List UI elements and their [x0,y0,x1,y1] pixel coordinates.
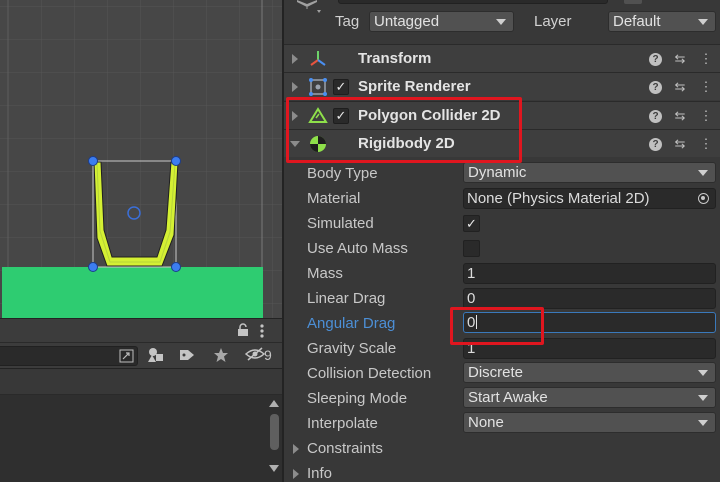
mass-label: Mass [307,265,343,282]
inspector-panel: Tag Untagged Layer Default Transform ? ⇆… [284,0,720,482]
sprite-renderer-enabled-checkbox[interactable]: ✓ [333,79,349,95]
use-auto-mass-label: Use Auto Mass [307,240,408,257]
kebab-menu-icon[interactable]: ⋮ [698,136,714,152]
simulated-checkbox[interactable]: ✓ [463,215,480,232]
collision-detection-dropdown[interactable]: Discrete [463,362,716,383]
tag-dropdown[interactable]: Untagged [369,11,514,32]
help-icon[interactable]: ? [649,110,662,123]
sleeping-mode-label: Sleeping Mode [307,390,408,407]
filter-by-label-icon[interactable] [177,347,197,365]
highlight-box-angular-drag [450,307,544,345]
interpolate-value: None [468,414,504,431]
search-input[interactable] [0,346,138,366]
sprite-renderer-icon [308,77,328,97]
simulated-label: Simulated [307,215,374,232]
search-options-icon[interactable] [119,349,134,363]
help-icon[interactable]: ? [649,138,662,151]
foldout-arrow-icon[interactable] [292,82,298,92]
corner-handle[interactable] [88,262,98,272]
sleeping-mode-dropdown[interactable]: Start Awake [463,387,716,408]
gameobject-header-strip [338,0,608,4]
chevron-down-icon [698,170,708,176]
sprite-renderer-title: Sprite Renderer [358,78,471,95]
bottom-panel-header [0,318,282,342]
presets-sliders-icon[interactable]: ⇆ [672,51,688,67]
layer-dropdown[interactable]: Default [608,11,716,32]
use-auto-mass-checkbox[interactable] [463,240,480,257]
bottom-toolbar: 9 [0,342,282,369]
collision-detection-value: Discrete [468,364,524,381]
chevron-down-icon [496,19,506,25]
object-picker-icon[interactable] [698,193,709,204]
kebab-menu-icon[interactable]: ⋮ [698,51,714,67]
lock-icon[interactable] [237,323,249,337]
chevron-down-icon [698,420,708,426]
presets-sliders-icon[interactable]: ⇆ [672,108,688,124]
material-label: Material [307,190,361,207]
info-foldout-icon[interactable] [293,469,299,479]
chevron-down-icon [698,395,708,401]
presets-sliders-icon[interactable]: ⇆ [672,136,688,152]
presets-sliders-icon[interactable]: ⇆ [672,79,688,95]
body-type-value: Dynamic [468,164,527,181]
sprite-renderer-component-header[interactable]: ✓ Sprite Renderer ? ⇆ ⋮ [284,72,720,100]
transform-axes-icon [308,49,328,69]
tag-value: Untagged [374,13,440,30]
tag-label: Tag [335,13,360,30]
mass-value: 1 [467,265,476,282]
corner-handle[interactable] [171,262,181,272]
ground-sprite[interactable] [2,267,263,318]
gravity-scale-label: Gravity Scale [307,340,397,357]
collision-detection-label: Collision Detection [307,365,432,382]
sleeping-mode-value: Start Awake [468,389,548,406]
transform-title: Transform [358,50,432,67]
filter-by-type-icon[interactable] [146,347,166,365]
favorites-star-icon[interactable] [211,347,231,365]
constraints-foldout-icon[interactable] [293,444,299,454]
mass-input[interactable]: 1 [463,263,716,284]
linear-drag-input[interactable]: 0 [463,288,716,309]
scroll-up-icon[interactable] [269,400,279,407]
linear-drag-label: Linear Drag [307,290,386,307]
corner-handle[interactable] [88,156,98,166]
kebab-menu-icon[interactable]: ⋮ [698,108,714,124]
interpolate-label: Interpolate [307,415,378,432]
help-icon[interactable]: ? [649,53,662,66]
body-type-label: Body Type [307,165,378,182]
foldout-arrow-icon[interactable] [292,54,298,64]
hidden-count: 9 [264,347,272,363]
transform-component-header[interactable]: Transform ? ⇆ ⋮ [284,44,720,72]
bottom-breadcrumb-bar [0,369,282,395]
asset-list[interactable] [0,395,282,482]
scene-view[interactable] [0,0,282,318]
chevron-down-icon [698,19,708,25]
body-type-dropdown[interactable]: Dynamic [463,162,716,183]
scroll-down-icon[interactable] [269,465,279,472]
interpolate-dropdown[interactable]: None [463,412,716,433]
angular-drag-label: Angular Drag [307,315,396,332]
help-icon[interactable]: ? [649,81,662,94]
chevron-down-icon [698,370,708,376]
linear-drag-value: 0 [467,290,476,307]
highlight-box-components [286,97,522,163]
layer-label: Layer [534,13,572,30]
layer-value: Default [613,13,661,30]
gameobject-icon[interactable] [292,0,322,18]
kebab-menu-icon[interactable] [258,323,266,339]
constraints-label[interactable]: Constraints [307,440,383,457]
material-value: None (Physics Material 2D) [467,190,650,207]
corner-handle[interactable] [171,156,181,166]
info-label[interactable]: Info [307,465,332,482]
gameobject-static-dropdown[interactable] [624,0,642,4]
material-object-field[interactable]: None (Physics Material 2D) [463,188,716,209]
hidden-packages-eye-icon[interactable] [244,347,266,365]
scroll-thumb[interactable] [270,414,279,450]
vertical-scrollbar[interactable] [266,395,282,482]
scene-canvas[interactable] [0,0,282,318]
kebab-menu-icon[interactable]: ⋮ [698,79,714,95]
